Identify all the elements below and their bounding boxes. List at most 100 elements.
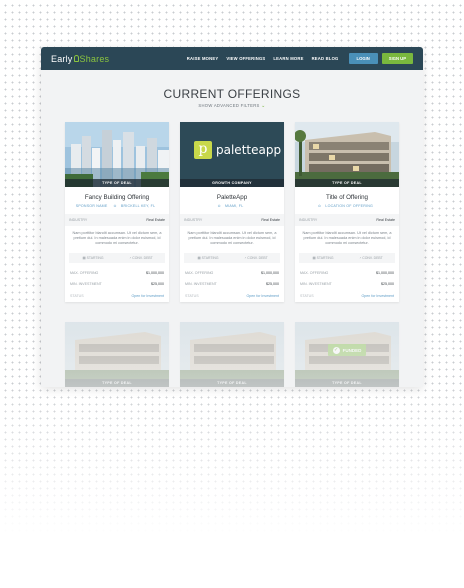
status-row: STATUS Open for Investment xyxy=(65,294,169,302)
lightbulb-icon xyxy=(73,55,79,62)
debt-label: CONV. DEBT xyxy=(362,255,383,260)
min-investment-value: $25,000 xyxy=(381,281,394,286)
max-offering-value: $1,000,000 xyxy=(261,270,279,275)
offering-title[interactable]: PaletteApp xyxy=(180,194,284,201)
industry-row: INDUSTRY Real Estate xyxy=(180,214,284,226)
industry-value: Real Estate xyxy=(376,218,395,222)
debt-cell: ◔ CONV. DEBT xyxy=(232,252,280,263)
offering-description: Nam porttitor blandit accumsan. Ut vel d… xyxy=(302,231,392,246)
offering-card[interactable]: TYPE OF DEAL xyxy=(180,322,284,387)
offering-meta-links: ⊙ MIAMI, FL xyxy=(180,204,284,208)
offering-terms: ▦ STARTING ◔ CONV. DEBT xyxy=(69,252,165,263)
max-offering-label: MAX. OFFERING xyxy=(70,270,99,275)
max-offering-value: $1,000,000 xyxy=(146,270,164,275)
nav-read-blog[interactable]: READ BLOG xyxy=(312,56,339,61)
status-label: STATUS xyxy=(70,293,84,298)
location-link[interactable]: ⊙ MIAMI, FL xyxy=(218,204,247,208)
min-investment-label: MIN. INVESTMENT xyxy=(300,281,332,286)
max-offering-label: MAX. OFFERING xyxy=(185,270,214,275)
status-link[interactable]: Open for Investment xyxy=(361,294,394,298)
offering-image: p paletteapp GROWTH COMPANY xyxy=(180,122,284,187)
offering-title[interactable]: Fancy Building Offering xyxy=(65,194,169,201)
offering-card[interactable]: p paletteapp GROWTH COMPANY PaletteApp ⊙… xyxy=(180,122,284,302)
nav-view-offerings[interactable]: VIEW OFFERINGS xyxy=(226,56,265,61)
paletteapp-logo-mark: p xyxy=(194,141,212,159)
starting-label: STARTING xyxy=(86,255,104,260)
logo[interactable]: Early Shares xyxy=(51,54,109,64)
page-title: CURRENT OFFERINGS xyxy=(163,87,301,101)
offering-meta-links: ⊙ LOCATION OF OFFERING xyxy=(295,204,399,208)
calendar-cell: ▦ STARTING xyxy=(184,252,232,263)
location-text: BRICKELL KEY, FL xyxy=(120,204,156,208)
offering-image: TYPE OF DEAL xyxy=(295,122,399,187)
check-circle-icon: ✓ xyxy=(332,346,340,354)
debt-label: CONV. DEBT xyxy=(132,255,153,260)
city-skyline-image xyxy=(65,122,169,187)
location-text: MIAMI, FL xyxy=(225,204,244,208)
min-investment-value: $25,000 xyxy=(151,281,164,286)
min-investment-row: MIN. INVESTMENT $25,000 xyxy=(180,282,284,286)
offering-card[interactable]: TYPE OF DEAL Fancy Building Offering SPO… xyxy=(65,122,169,302)
offering-image: TYPE OF DEAL xyxy=(65,122,169,187)
max-offering-row: MAX. OFFERING $1,000,000 xyxy=(65,271,169,275)
industry-label: INDUSTRY xyxy=(69,218,88,222)
industry-value: Real Estate xyxy=(146,218,165,222)
offering-image: TYPE OF DEAL xyxy=(180,322,284,387)
status-link[interactable]: Open for Investment xyxy=(246,294,279,298)
calendar-cell: ▦ STARTING xyxy=(299,252,347,263)
deal-type-tag: TYPE OF DEAL xyxy=(180,379,284,387)
offering-image: TYPE OF DEAL xyxy=(65,322,169,387)
advanced-filters-toggle[interactable]: SHOW ADVANCED FILTERS ⌄ xyxy=(41,103,423,109)
max-offering-label: MAX. OFFERING xyxy=(300,270,329,275)
building-image xyxy=(65,322,169,387)
status-label: STATUS xyxy=(185,293,199,298)
building-image xyxy=(295,122,399,187)
offering-card[interactable]: TYPE OF DEAL xyxy=(65,322,169,387)
sponsor-name-link[interactable]: SPONSOR NAME xyxy=(76,204,108,208)
website-mockup: Early Shares RAISE MONEY VIEW OFFERINGS … xyxy=(41,47,423,387)
nav-raise-money[interactable]: RAISE MONEY xyxy=(187,56,219,61)
debt-cell: ◔ CONV. DEBT xyxy=(117,252,165,263)
offering-terms: ▦ STARTING ◔ CONV. DEBT xyxy=(184,252,280,263)
calendar-cell: ▦ STARTING xyxy=(69,252,117,263)
max-offering-row: MAX. OFFERING $1,000,000 xyxy=(295,271,399,275)
nav-links: RAISE MONEY VIEW OFFERINGS LEARN MORE RE… xyxy=(179,53,413,64)
debt-cell: ◔ CONV. DEBT xyxy=(347,252,395,263)
background-fade xyxy=(0,380,464,588)
offering-description: Nam porttitor blandit accumsan. Ut vel d… xyxy=(187,231,277,246)
starting-label: STARTING xyxy=(201,255,219,260)
chevron-down-icon: ⌄ xyxy=(261,103,266,109)
min-investment-value: $25,000 xyxy=(266,281,279,286)
logo-accent: Shares xyxy=(79,53,110,64)
signup-button[interactable]: SIGN UP xyxy=(381,53,413,64)
login-button[interactable]: LOGIN xyxy=(348,53,378,64)
top-navigation: Early Shares RAISE MONEY VIEW OFFERINGS … xyxy=(41,47,423,70)
deal-type-tag: TYPE OF DEAL xyxy=(295,379,399,387)
offering-card[interactable]: TYPE OF DEAL Title of Offering ⊙ LOCATIO… xyxy=(295,122,399,302)
industry-label: INDUSTRY xyxy=(299,218,318,222)
offering-title[interactable]: Title of Offering xyxy=(295,194,399,201)
max-offering-row: MAX. OFFERING $1,000,000 xyxy=(180,271,284,275)
logo-main: Early xyxy=(51,53,73,64)
status-row: STATUS Open for Investment xyxy=(180,294,284,302)
deal-type-tag: TYPE OF DEAL xyxy=(65,379,169,387)
starting-label: STARTING xyxy=(316,255,334,260)
filters-label: SHOW ADVANCED FILTERS xyxy=(198,103,260,108)
offering-card[interactable]: ✓ FUNDED TYPE OF DEAL xyxy=(295,322,399,387)
offering-image: ✓ FUNDED TYPE OF DEAL xyxy=(295,322,399,387)
location-link[interactable]: ⊙ LOCATION OF OFFERING xyxy=(318,204,376,208)
min-investment-label: MIN. INVESTMENT xyxy=(185,281,217,286)
status-row: STATUS Open for Investment xyxy=(295,294,399,302)
building-image xyxy=(180,322,284,387)
debt-label: CONV. DEBT xyxy=(247,255,268,260)
industry-row: INDUSTRY Real Estate xyxy=(295,214,399,226)
min-investment-row: MIN. INVESTMENT $25,000 xyxy=(65,282,169,286)
status-link[interactable]: Open for Investment xyxy=(131,294,164,298)
min-investment-label: MIN. INVESTMENT xyxy=(70,281,102,286)
location-text: LOCATION OF OFFERING xyxy=(325,204,374,208)
nav-learn-more[interactable]: LEARN MORE xyxy=(273,56,303,61)
max-offering-value: $1,000,000 xyxy=(376,270,394,275)
funded-badge: ✓ FUNDED xyxy=(328,344,366,356)
location-link[interactable]: ⊙ BRICKELL KEY, FL xyxy=(113,204,158,208)
deal-type-tag: GROWTH COMPANY xyxy=(180,179,284,187)
